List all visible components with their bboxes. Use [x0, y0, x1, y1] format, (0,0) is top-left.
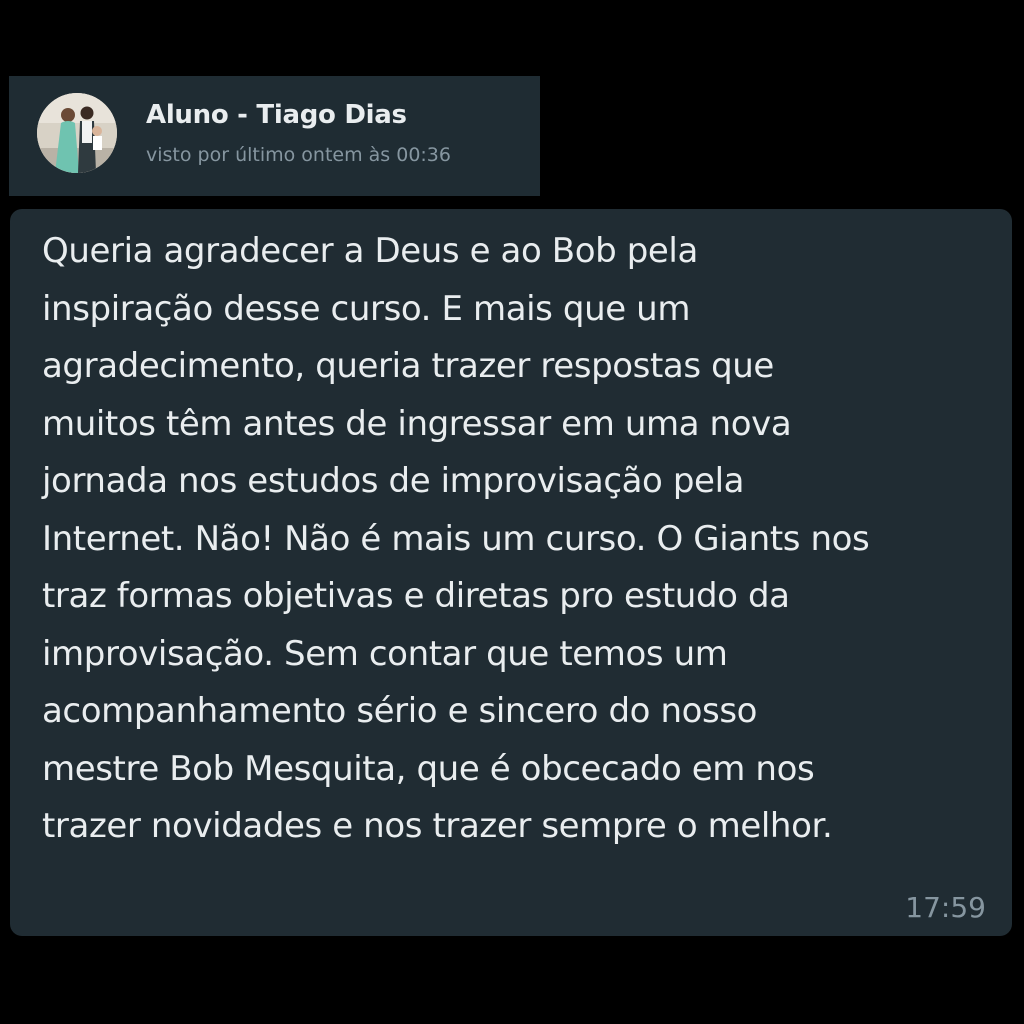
contact-avatar[interactable]	[37, 93, 117, 173]
screenshot-canvas: Aluno - Tiago Dias visto por último onte…	[0, 0, 1024, 1024]
message-timestamp: 17:59	[905, 891, 986, 924]
chat-header[interactable]: Aluno - Tiago Dias visto por último onte…	[9, 76, 540, 196]
contact-name: Aluno - Tiago Dias	[146, 100, 407, 130]
message-text: Queria agradecer a Deus e ao Bob pela in…	[42, 231, 870, 846]
message-bubble[interactable]: Queria agradecer a Deus e ao Bob pela in…	[10, 209, 1012, 936]
last-seen-status: visto por último ontem às 00:36	[146, 144, 451, 166]
profile-photo-icon	[37, 93, 117, 173]
